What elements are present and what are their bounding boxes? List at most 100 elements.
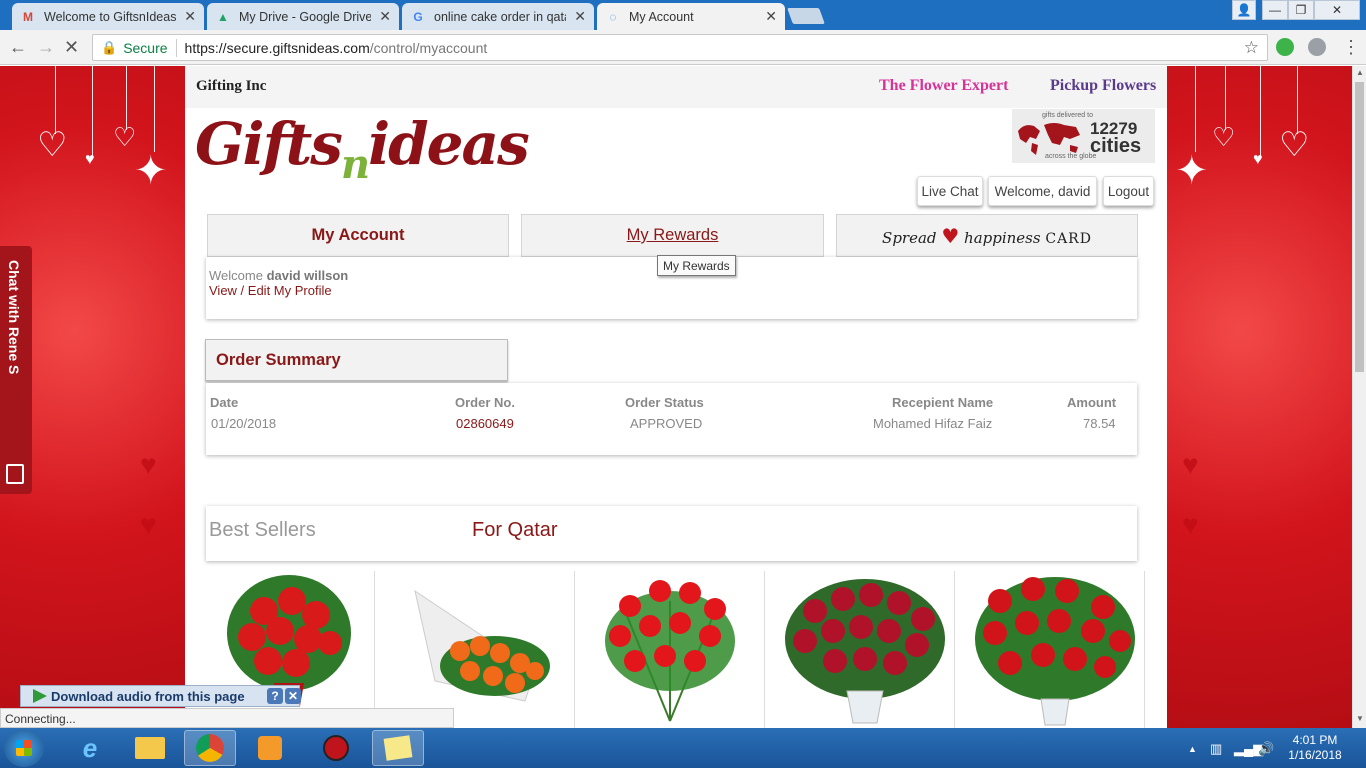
heart-icon: ♡ (113, 122, 137, 152)
sticky-notes-icon[interactable] (372, 730, 424, 766)
clock-date: 1/16/2018 (1288, 748, 1342, 762)
heart-icon: ♡ (1212, 122, 1236, 152)
product-image-red-roses-vase[interactable] (955, 571, 1145, 728)
tab-my-account[interactable]: My Account (207, 214, 509, 257)
flower-expert-link[interactable]: The Flower Expert (879, 77, 1008, 95)
tab-my-rewards[interactable]: My Rewards (521, 214, 824, 257)
show-hidden-icons[interactable]: ▲ (1188, 744, 1197, 754)
download-audio-label: Download audio from this page (51, 688, 245, 704)
file-explorer-icon[interactable] (124, 730, 176, 766)
forward-icon[interactable]: → (37, 37, 55, 58)
decor-string (1297, 66, 1298, 134)
minimize-button[interactable]: — (1262, 0, 1288, 20)
stop-icon[interactable]: ✕ (64, 37, 79, 58)
cupid-icon: ✦ (1175, 149, 1209, 193)
extension-icon[interactable] (1276, 38, 1294, 56)
tab-spread-happiness-card[interactable]: Spread ♥ happiness CARD (836, 214, 1138, 257)
scroll-up-icon[interactable]: ▲ (1356, 68, 1364, 77)
world-map-icon (1018, 123, 1080, 155)
heart-icon: ♡ (1279, 126, 1310, 164)
tab-google-drive[interactable]: ▲ My Drive - Google Drive ✕ (207, 3, 399, 30)
valentine-background-right: ✦ ♡ ♥ ♡ ♥ ♥ (1167, 66, 1352, 728)
column-header-order-no: Order No. (455, 395, 515, 410)
network-warning-icon[interactable]: ▥ (1210, 741, 1222, 757)
best-sellers-header: Best Sellers For Qatar (206, 506, 1137, 561)
chrome-icon[interactable] (184, 730, 236, 766)
extension-icon[interactable] (1308, 38, 1326, 56)
media-player-icon[interactable] (244, 730, 296, 766)
rose-bouquet-image (414, 589, 550, 702)
site-logo[interactable]: Giftsnideas (195, 110, 530, 188)
cupid-icon: ✦ (134, 149, 168, 193)
tooltip: My Rewards (657, 255, 736, 276)
lock-icon: 🔒 (101, 39, 118, 55)
product-image-orange-roses[interactable] (375, 571, 575, 728)
welcome-prefix: Welcome (209, 268, 263, 283)
heart-icon: ♥ (140, 509, 157, 540)
close-icon[interactable]: ✕ (765, 8, 777, 25)
close-icon[interactable]: ✕ (379, 8, 391, 25)
close-icon[interactable]: ✕ (285, 688, 301, 704)
scroll-down-icon[interactable]: ▼ (1356, 714, 1364, 723)
tab-title: My Drive - Google Drive (239, 9, 372, 24)
order-recipient: Mohamed Hifaz Faiz (873, 416, 993, 431)
decor-string (1195, 66, 1196, 152)
logo-text: ideas (368, 110, 530, 178)
order-amount: 78.54 (1083, 416, 1116, 431)
url-host: https://secure.giftsnideas.com (184, 39, 370, 56)
new-tab-button[interactable] (787, 8, 825, 24)
order-status: APPROVED (630, 416, 703, 431)
welcome-user-button[interactable]: Welcome, david (988, 176, 1097, 206)
close-window-button[interactable]: ✕ (1314, 0, 1360, 20)
logout-button[interactable]: Logout (1103, 176, 1154, 206)
secure-label: Secure (123, 39, 168, 56)
tab-title: online cake order in qatar (434, 9, 567, 24)
restore-button[interactable]: ❐ (1288, 0, 1314, 20)
cities-line2: across the globe (1045, 153, 1097, 160)
start-button[interactable] (4, 729, 44, 767)
top-strip: Gifting Inc The Flower Expert Pickup Flo… (185, 66, 1167, 108)
app-icon[interactable] (310, 730, 362, 766)
download-audio-bar[interactable]: Download audio from this page ? ✕ (20, 685, 301, 707)
chat-tab[interactable]: Chat with Rene S (0, 246, 32, 494)
chat-tab-label: Chat with Rene S (6, 260, 22, 375)
close-icon[interactable]: ✕ (574, 8, 586, 25)
system-clock[interactable]: 4:01 PM 1/16/2018 (1280, 733, 1350, 763)
close-icon[interactable]: ✕ (184, 8, 196, 25)
help-icon[interactable]: ? (267, 688, 283, 704)
edit-profile-link[interactable]: View / Edit My Profile (209, 283, 332, 298)
product-image-roses-vase[interactable] (765, 571, 955, 728)
decor-string (55, 66, 56, 134)
order-number-link[interactable]: 02860649 (456, 416, 514, 431)
tab-gmail[interactable]: M Welcome to GiftsnIdeas ✕ (12, 3, 204, 30)
logo-text: Gifts (195, 110, 343, 178)
live-chat-button[interactable]: Live Chat (917, 176, 983, 206)
page-viewport: ♡ ♥ ♡ ✦ ♥ ♥ ✦ ♡ ♥ ♡ ♥ ♥ Chat with Rene S… (0, 66, 1366, 728)
profile-icon[interactable]: 👤 (1232, 0, 1256, 20)
tab-my-account[interactable]: ◌ My Account ✕ (597, 3, 785, 30)
tab-google-search[interactable]: G online cake order in qatar ✕ (402, 3, 594, 30)
heart-icon: ♥ (1182, 449, 1199, 480)
product-image-red-roses-stems[interactable] (575, 571, 765, 728)
scrollbar-thumb[interactable] (1355, 82, 1364, 372)
bookmark-star-icon[interactable]: ☆ (1244, 38, 1259, 58)
best-sellers-region: For Qatar (472, 519, 558, 541)
decor-string (154, 66, 155, 152)
divider (175, 38, 177, 57)
loading-icon: ◌ (609, 9, 617, 24)
brand-name: Gifting Inc (196, 78, 267, 94)
heart-icon: ♥ (1253, 151, 1263, 168)
heart-icon: ♥ (941, 223, 960, 248)
volume-icon[interactable]: 🔊 (1258, 741, 1274, 757)
order-summary-table: Date Order No. Order Status Recepient Na… (206, 383, 1137, 455)
url-input[interactable]: 🔒 Secure https://secure.giftsnideas.com /… (92, 34, 1268, 61)
page-scrollbar[interactable]: ▲ ▼ (1352, 66, 1366, 728)
back-icon[interactable]: ← (9, 37, 27, 58)
pickup-flowers-link[interactable]: Pickup Flowers (1050, 77, 1156, 95)
welcome-line: Welcome david willson (209, 268, 348, 283)
column-header-status: Order Status (625, 395, 704, 410)
decor-string (92, 66, 93, 156)
heart-icon: ♥ (85, 151, 95, 168)
internet-explorer-icon[interactable]: e (64, 730, 116, 766)
menu-icon[interactable]: ⋮ (1342, 37, 1360, 58)
